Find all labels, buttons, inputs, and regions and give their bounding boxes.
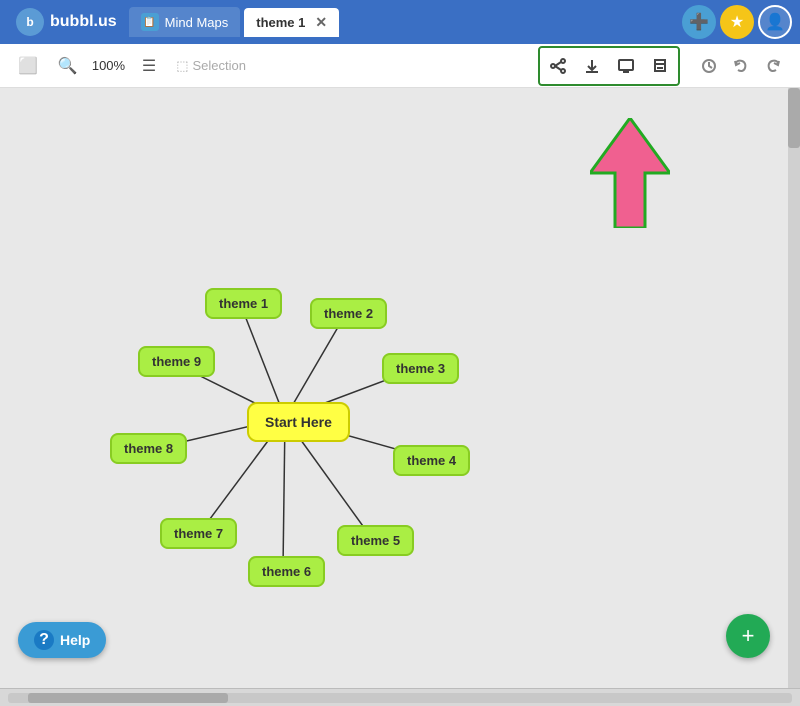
present-btn[interactable] [610, 50, 642, 82]
node-theme4-label: theme 4 [407, 453, 456, 468]
toolbar: ⬜ 🔍 100% ☰ ⬚ Selection [0, 44, 800, 88]
add-btn[interactable]: + [726, 614, 770, 658]
h-scroll-thumb[interactable] [28, 693, 228, 703]
selection-icon: ⬚ [176, 58, 188, 74]
redo-btn[interactable] [758, 51, 788, 81]
node-theme6-label: theme 6 [262, 564, 311, 579]
logo-area[interactable]: b bubbl.us [8, 4, 125, 40]
nav-star-btn[interactable]: ★ [720, 5, 754, 39]
pink-arrow [590, 118, 670, 228]
node-theme3-label: theme 3 [396, 361, 445, 376]
scroll-thumb[interactable] [788, 88, 800, 148]
tab-mind-maps-icon: 📋 [141, 13, 159, 31]
tab-mind-maps-label: Mind Maps [165, 15, 229, 30]
node-theme3[interactable]: theme 3 [382, 353, 459, 384]
canvas-area[interactable]: Start Here theme 1 theme 2 theme 3 theme… [0, 88, 800, 688]
node-theme7-label: theme 7 [174, 526, 223, 541]
node-theme9-label: theme 9 [152, 354, 201, 369]
nav-add-btn[interactable]: ➕ [682, 5, 716, 39]
zoom-percent: 100% [92, 58, 128, 73]
tab-theme1[interactable]: theme 1 ✕ [244, 8, 339, 37]
center-node[interactable]: Start Here [247, 402, 350, 442]
node-theme8-label: theme 8 [124, 441, 173, 456]
node-theme6[interactable]: theme 6 [248, 556, 325, 587]
center-node-label: Start Here [265, 414, 332, 430]
node-theme7[interactable]: theme 7 [160, 518, 237, 549]
selection-btn[interactable]: ⬚ Selection [170, 54, 252, 78]
node-theme8[interactable]: theme 8 [110, 433, 187, 464]
node-theme2-label: theme 2 [324, 306, 373, 321]
history-btns [694, 51, 788, 81]
tab-theme1-label: theme 1 [256, 15, 305, 30]
print-btn[interactable] [644, 50, 676, 82]
tab-mind-maps[interactable]: 📋 Mind Maps [129, 7, 241, 37]
node-theme1[interactable]: theme 1 [205, 288, 282, 319]
logo-bubble: b [16, 8, 44, 36]
tab-close-btn[interactable]: ✕ [315, 14, 327, 31]
download-btn[interactable] [576, 50, 608, 82]
h-scrollbar[interactable] [8, 693, 792, 703]
node-theme5-label: theme 5 [351, 533, 400, 548]
frame-btn[interactable]: ⬜ [12, 52, 44, 80]
nav-user-btn[interactable]: 👤 [758, 5, 792, 39]
node-theme9[interactable]: theme 9 [138, 346, 215, 377]
add-icon: + [742, 623, 755, 649]
node-theme4[interactable]: theme 4 [393, 445, 470, 476]
mindmap-lines [0, 88, 800, 688]
action-btns [538, 46, 680, 86]
history-btn[interactable] [694, 51, 724, 81]
selection-label: Selection [192, 58, 245, 73]
share-btn[interactable] [542, 50, 574, 82]
zoom-btn[interactable]: 🔍 [52, 52, 84, 80]
node-theme5[interactable]: theme 5 [337, 525, 414, 556]
node-theme2[interactable]: theme 2 [310, 298, 387, 329]
help-label: Help [60, 632, 90, 648]
undo-btn[interactable] [726, 51, 756, 81]
help-icon: ? [34, 630, 54, 650]
menu-btn[interactable]: ☰ [136, 52, 162, 80]
help-btn[interactable]: ? Help [18, 622, 106, 658]
node-theme1-label: theme 1 [219, 296, 268, 311]
right-scrollbar[interactable] [788, 88, 800, 688]
bottom-bar [0, 688, 800, 706]
logo-text: bubbl.us [50, 13, 117, 31]
top-nav: b bubbl.us 📋 Mind Maps theme 1 ✕ ➕ ★ 👤 [0, 0, 800, 44]
